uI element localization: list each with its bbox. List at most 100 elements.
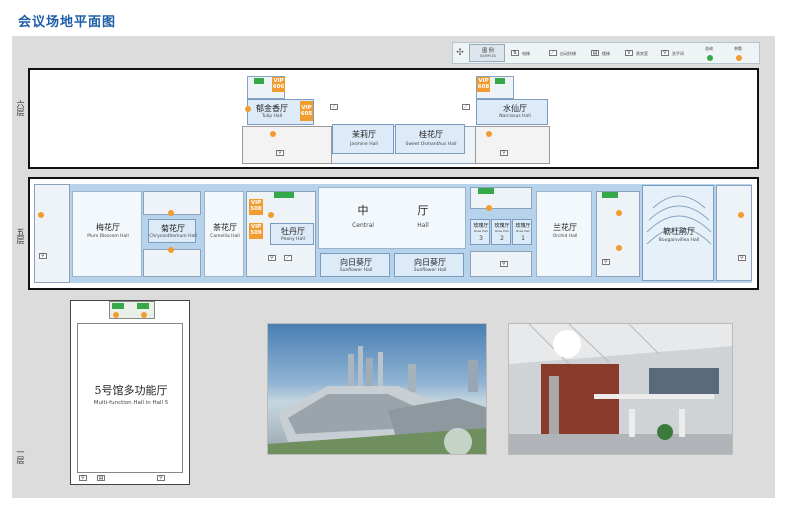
restroom-icon: ⚲ [738, 255, 746, 261]
hall-name-en: Camellia Hall [210, 234, 240, 239]
hall-name: 茶花厅 [213, 223, 237, 232]
tea-break-icon [486, 205, 492, 211]
restroom-icon: ⚲ [500, 261, 508, 267]
hall-name-en: Rose Hall [516, 229, 530, 233]
hall-number: 1 [521, 235, 525, 242]
peony-hall: 牡丹厅 Peony Hall [270, 223, 314, 245]
hall-name: 玫瑰厅 [494, 223, 510, 229]
hall-5-plan: 5号馆多功能厅 Multi-function Hall in Hall 5 ⚲ … [70, 300, 190, 485]
hall-name-en: Jasmine Hall [350, 142, 378, 147]
escalator-icon: ⟋ [549, 50, 557, 56]
tea-break-icon [168, 247, 174, 253]
plum-blossom-hall: 梅花厅 Plum Blossom Hall [72, 191, 142, 277]
hall-name: 5号馆多功能厅 [94, 384, 168, 397]
tea-break-icon [113, 312, 119, 318]
hall-name: 厅 [417, 204, 429, 217]
sunflower-hall-left: 向日葵厅 Sunflower Hall [320, 253, 390, 277]
floor-5-label: 五层 [16, 228, 25, 244]
hall-name: 牡丹厅 [281, 227, 305, 236]
hall-name: 玫瑰厅 [515, 223, 531, 229]
restroom-icon: ⚲ [276, 150, 284, 156]
hall-name: 中 [357, 204, 369, 217]
hall-name: 玫瑰厅 [473, 223, 489, 229]
legend-label: 贵宾室 [636, 51, 648, 56]
tea-break-icon [616, 210, 622, 216]
tea-break-icon [486, 131, 492, 137]
tea-break-icon [270, 131, 276, 137]
tea-break-icon [38, 212, 44, 218]
legend-label: 茶歇 [734, 46, 742, 51]
tea-break-icon [141, 312, 147, 318]
orchid-hall: 兰花厅 Orchid Hall [536, 191, 592, 277]
exterior-photo [267, 323, 487, 455]
interior-photo [508, 323, 733, 455]
room-block [143, 249, 201, 277]
hall-name: 向日葵厅 [414, 258, 446, 267]
chrysanthemum-hall: 菊花厅 Chrysanthemum Hall [148, 219, 197, 243]
floor-6-label: 六层 [16, 100, 25, 116]
hall-name-en: Tulip Hall [261, 114, 283, 119]
elevator-icon [137, 303, 149, 309]
vip-room-509: VIP 509 [249, 223, 263, 239]
tea-break-icon [736, 55, 742, 61]
tea-break-icon [616, 245, 622, 251]
legend-subtitle: SAMPLES [479, 54, 497, 58]
hall-number: 2 [500, 235, 504, 242]
tea-break-icon [738, 212, 744, 218]
interior-lobby-view [509, 324, 732, 454]
tea-break-icon [168, 210, 174, 216]
hall-name: 兰花厅 [553, 223, 577, 232]
hall-name-en: Rose Hall [474, 229, 488, 233]
hall-number: 3 [479, 235, 483, 242]
narcissus-hall: 水仙厅 Narcissus Hall [476, 99, 548, 125]
legend-label: 咨询 [705, 46, 713, 51]
rose-hall-2: 玫瑰厅 Rose Hall 2 [491, 219, 511, 245]
floor-5-plan: ⚲ 梅花厅 Plum Blossom Hall 菊花厅 Chrysanthemu… [28, 177, 759, 290]
restroom-icon: ⚲ [268, 255, 276, 261]
tea-break-icon [245, 106, 251, 112]
elevator-icon: ⇅ [511, 50, 519, 56]
stair-block [34, 184, 70, 283]
compass-icon: ✣ [456, 48, 464, 58]
vip-room-608: VIP 608 [477, 77, 490, 92]
hall-name: 梅花厅 [96, 223, 120, 232]
legend-label: 楼梯 [602, 51, 610, 56]
hall-name: 向日葵厅 [340, 258, 372, 267]
service-area-left [242, 126, 332, 164]
hall-name: 簕杜鹃厅 [663, 227, 695, 236]
rose-hall-1: 玫瑰厅 Rose Hall 1 [512, 219, 532, 245]
restroom-icon: ⚲ [602, 259, 610, 265]
legend-label: 洗手间 [672, 51, 684, 56]
restroom-icon: ⚲ [157, 475, 165, 481]
elevator-icon [478, 188, 494, 194]
restroom-icon: ⚲ [500, 150, 508, 156]
elevator-icon [254, 78, 264, 84]
restroom-icon: ⚲ [661, 50, 669, 56]
restroom-icon: ⚲ [39, 253, 47, 259]
stairs-icon: ▤ [591, 50, 599, 56]
hall-name-en: Bougainvillea Hall [658, 238, 700, 243]
multi-function-hall: 5号馆多功能厅 Multi-function Hall in Hall 5 [77, 323, 183, 473]
stairs-icon: ▤ [97, 475, 105, 481]
exterior-aerial-view [268, 346, 486, 454]
camellia-hall: 茶花厅 Camellia Hall [204, 191, 244, 277]
bougainvillea-hall: 簕杜鹃厅 Bougainvillea Hall [642, 185, 714, 281]
rose-hall-3: 玫瑰厅 Rose Hall 3 [470, 219, 490, 245]
elevator-icon [274, 192, 294, 198]
elevator-icon [495, 78, 505, 84]
hall-name-en: Peony Hall [281, 237, 305, 242]
legend-title-box: 图 例 SAMPLES [469, 44, 505, 62]
central-hall: 中 厅 Central Hall [318, 187, 466, 249]
restroom-icon: ⚲ [79, 475, 87, 481]
hall-name-en: Rose Hall [495, 229, 509, 233]
hall-name-en: Chrysanthemum Hall [149, 234, 197, 239]
sunflower-hall-right: 向日葵厅 Sunflower Hall [394, 253, 464, 277]
escalator-icon: ⟋ [462, 104, 470, 110]
floor-6-plan: VIP 606 郁金香厅 Tulip Hall VIP 605 ⟋ VIP 60… [28, 68, 759, 169]
osmanthus-hall: 桂花厅 Sweet Osmanthus Hall [395, 124, 465, 154]
info-icon [707, 55, 713, 61]
tea-break-icon [268, 212, 274, 218]
jasmine-hall: 茉莉厅 Jasmine Hall [332, 124, 394, 154]
page-title: 会议场地平面图 [18, 15, 117, 30]
stair-block [716, 185, 752, 281]
